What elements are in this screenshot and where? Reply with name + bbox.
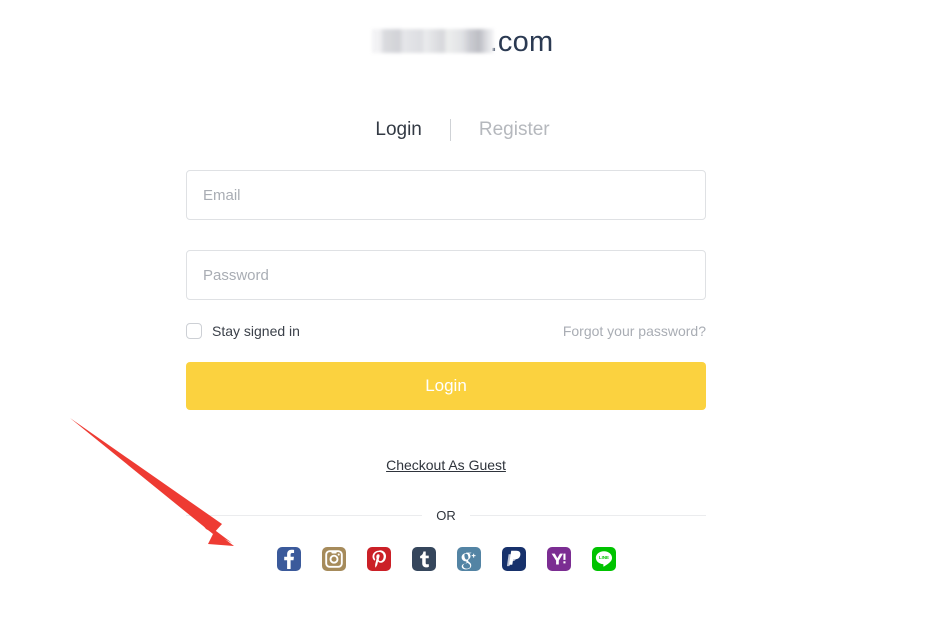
- site-logo: .com: [0, 22, 925, 62]
- paypal-icon[interactable]: [501, 547, 526, 571]
- login-submit-button[interactable]: Login: [186, 362, 706, 410]
- forgot-password-link[interactable]: Forgot your password?: [563, 323, 706, 339]
- line-icon[interactable]: LINE: [591, 547, 616, 571]
- redacted-brand-name: [371, 28, 494, 53]
- login-page: .com Login Register Stay signed in Forgo…: [0, 0, 925, 617]
- site-logo-tld: .com: [489, 25, 554, 58]
- social-login-row: LINE: [186, 547, 706, 571]
- google-plus-icon[interactable]: [456, 547, 481, 571]
- instagram-icon[interactable]: [321, 547, 346, 571]
- tab-register[interactable]: Register: [479, 117, 550, 143]
- pinterest-icon[interactable]: [366, 547, 391, 571]
- or-divider: OR: [186, 508, 706, 523]
- stay-signed-in-checkbox[interactable]: [186, 323, 202, 339]
- form-options-row: Stay signed in Forgot your password?: [186, 321, 706, 341]
- yahoo-icon[interactable]: [546, 547, 571, 571]
- or-divider-line-left: [186, 515, 423, 516]
- facebook-icon[interactable]: [276, 547, 301, 571]
- email-input[interactable]: [186, 170, 706, 220]
- guest-checkout-row: Checkout As Guest: [186, 457, 706, 473]
- or-divider-line-right: [469, 515, 706, 516]
- or-divider-label: OR: [436, 508, 456, 523]
- tab-login[interactable]: Login: [375, 117, 422, 143]
- site-logo-text: .com: [371, 25, 554, 59]
- checkout-as-guest-link[interactable]: Checkout As Guest: [386, 457, 506, 473]
- auth-tabs: Login Register: [0, 117, 925, 143]
- svg-text:LINE: LINE: [598, 555, 608, 560]
- tab-divider: [449, 119, 451, 141]
- stay-signed-in-control[interactable]: Stay signed in: [186, 323, 300, 339]
- tumblr-icon[interactable]: [411, 547, 436, 571]
- stay-signed-in-label: Stay signed in: [212, 323, 300, 339]
- login-form: Stay signed in Forgot your password? Log…: [186, 170, 706, 571]
- password-input[interactable]: [186, 250, 706, 300]
